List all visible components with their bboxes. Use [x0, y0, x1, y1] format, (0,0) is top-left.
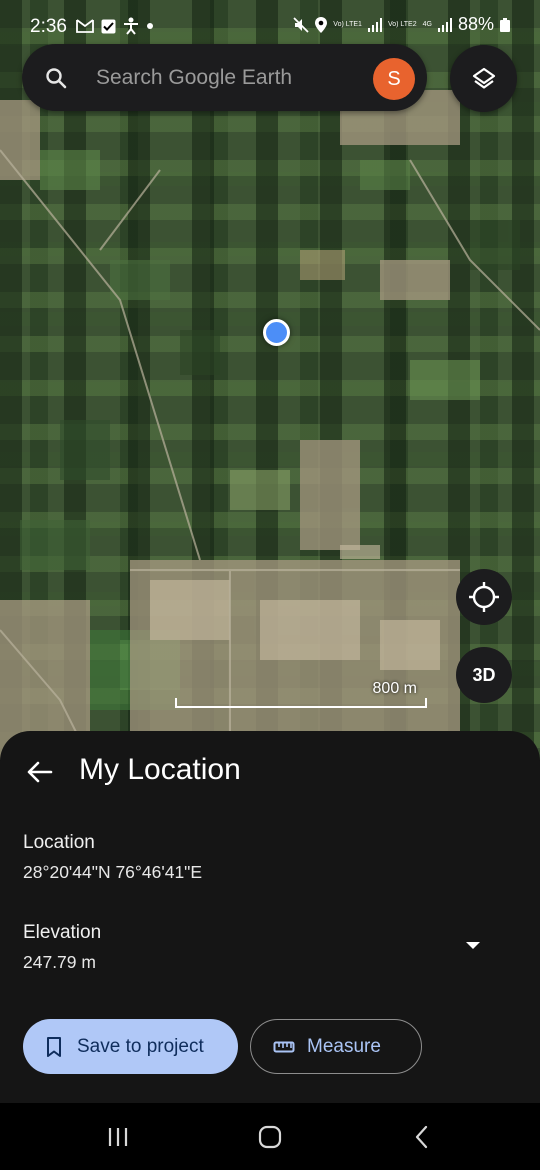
back-nav-icon[interactable] [408, 1123, 436, 1151]
save-to-project-button[interactable]: Save to project [23, 1019, 238, 1074]
signal-icon [437, 17, 452, 32]
elevation-value: 247.79 m [23, 952, 96, 972]
location-label: Location [23, 832, 95, 853]
location-value: 28°20'44"N 76°46'41"E [23, 862, 203, 882]
3d-toggle-button[interactable]: 3D [456, 647, 512, 703]
mute-icon [293, 16, 309, 33]
my-location-dot[interactable] [263, 319, 290, 346]
status-time: 2:36 [30, 16, 67, 37]
search-input[interactable] [96, 62, 371, 94]
recent-apps-icon[interactable] [104, 1123, 132, 1151]
3d-label: 3D [472, 664, 496, 685]
signal-icon [367, 17, 382, 32]
dot-icon [147, 23, 153, 29]
avatar-letter: S [387, 67, 401, 90]
layers-button[interactable] [450, 45, 517, 112]
search-icon[interactable] [44, 66, 68, 90]
ruler-icon [273, 1041, 295, 1052]
system-status: Vo) LTE1 Vo) LTE2 4G 88% [293, 14, 510, 35]
account-avatar[interactable]: S [373, 58, 415, 100]
location-pin-icon [315, 16, 328, 33]
layers-icon [472, 67, 495, 89]
search-bar[interactable]: S [22, 44, 427, 111]
location-sheet: My Location Location 28°20'44"N 76°46'41… [0, 731, 540, 1103]
elevation-label: Elevation [23, 922, 102, 943]
map-features [0, 90, 540, 760]
scale-label: 800 m [372, 680, 417, 697]
home-icon[interactable] [256, 1123, 284, 1151]
sheet-title: My Location [79, 753, 241, 786]
measure-button[interactable]: Measure [250, 1019, 422, 1074]
sim1-label: Vo) LTE1 [333, 20, 362, 28]
crosshair-icon [469, 582, 499, 612]
map-scale: 800 m [175, 680, 427, 708]
save-label: Save to project [77, 1035, 204, 1057]
accessibility-icon [124, 17, 138, 35]
notification-icons [76, 17, 154, 35]
battery-icon [500, 17, 510, 32]
back-arrow-icon[interactable] [24, 756, 56, 788]
system-nav-bar [0, 1103, 540, 1170]
checkbox-icon [101, 19, 116, 33]
scale-line [175, 698, 427, 708]
bookmark-icon [47, 1036, 61, 1057]
my-location-button[interactable] [456, 569, 512, 625]
satellite-map[interactable] [0, 0, 540, 760]
measure-label: Measure [307, 1035, 381, 1057]
network-type: 4G [422, 20, 432, 28]
battery-percent: 88% [457, 14, 494, 34]
sim2-label: Vo) LTE2 [387, 20, 417, 28]
gmail-icon [76, 19, 94, 33]
expand-dropdown-icon[interactable] [464, 939, 482, 951]
